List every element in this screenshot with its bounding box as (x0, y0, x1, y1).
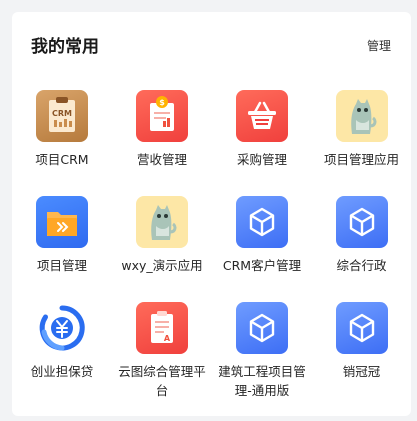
app-item-wxy-demo[interactable]: wxy_演示应用 (112, 193, 212, 299)
cube-icon (335, 302, 388, 354)
app-item-procurement[interactable]: 采购管理 (212, 87, 312, 193)
circular-currency-logo-icon (36, 302, 88, 354)
app-item-xiaoguanguan[interactable]: 销冠冠 (312, 299, 411, 405)
app-label: 云图综合管理平台 (118, 364, 206, 398)
app-label: 项目CRM (35, 152, 89, 167)
folder-icon (36, 196, 88, 248)
frequent-apps-card: 我的常用 管理 CRM 项目CRM $ 营收管理 采购管理 项目管理应用 项目管… (12, 12, 411, 416)
app-label: wxy_演示应用 (121, 258, 203, 273)
app-label: 采购管理 (236, 152, 287, 167)
app-item-revenue[interactable]: $ 营收管理 (112, 87, 212, 193)
app-item-project-management[interactable]: 项目管理 (12, 193, 112, 299)
shopping-basket-icon (236, 90, 288, 142)
app-label: CRM客户管理 (222, 258, 302, 273)
app-item-crm-customer[interactable]: CRM客户管理 (212, 193, 312, 299)
cube-icon (236, 196, 288, 248)
app-item-administration[interactable]: 综合行政 (312, 193, 411, 299)
app-label: 销冠冠 (342, 364, 381, 379)
app-label: 项目管理应用 (323, 152, 399, 167)
app-label: 创业担保贷 (30, 364, 94, 379)
svg-text:$: $ (159, 98, 165, 107)
app-item-project-crm[interactable]: CRM 项目CRM (12, 87, 112, 193)
app-label: 综合行政 (336, 258, 387, 273)
card-title: 我的常用 (31, 37, 99, 57)
app-label: 项目管理 (36, 258, 87, 273)
cube-icon (335, 196, 388, 248)
app-item-construction-project[interactable]: 建筑工程项目管理-通用版 (212, 299, 312, 405)
cat-mascot-icon (335, 90, 388, 142)
manage-link[interactable]: 管理 (367, 37, 391, 54)
app-grid: CRM 项目CRM $ 营收管理 采购管理 项目管理应用 项目管理 wxy_演示… (12, 87, 411, 405)
app-item-startup-loan[interactable]: 创业担保贷 (12, 299, 112, 405)
cat-mascot-icon (136, 196, 188, 248)
app-label: 建筑工程项目管理-通用版 (218, 364, 306, 398)
document-list-icon: A (136, 302, 188, 354)
revenue-document-icon: $ (136, 90, 188, 142)
crm-clipboard-icon: CRM (36, 90, 88, 142)
app-item-project-management-app[interactable]: 项目管理应用 (312, 87, 411, 193)
cube-icon (236, 302, 288, 354)
app-item-yuntu-platform[interactable]: A 云图综合管理平台 (112, 299, 212, 405)
svg-text:CRM: CRM (52, 109, 72, 118)
card-header: 我的常用 管理 (12, 12, 411, 76)
svg-text:A: A (164, 334, 171, 343)
app-label: 营收管理 (136, 152, 187, 167)
